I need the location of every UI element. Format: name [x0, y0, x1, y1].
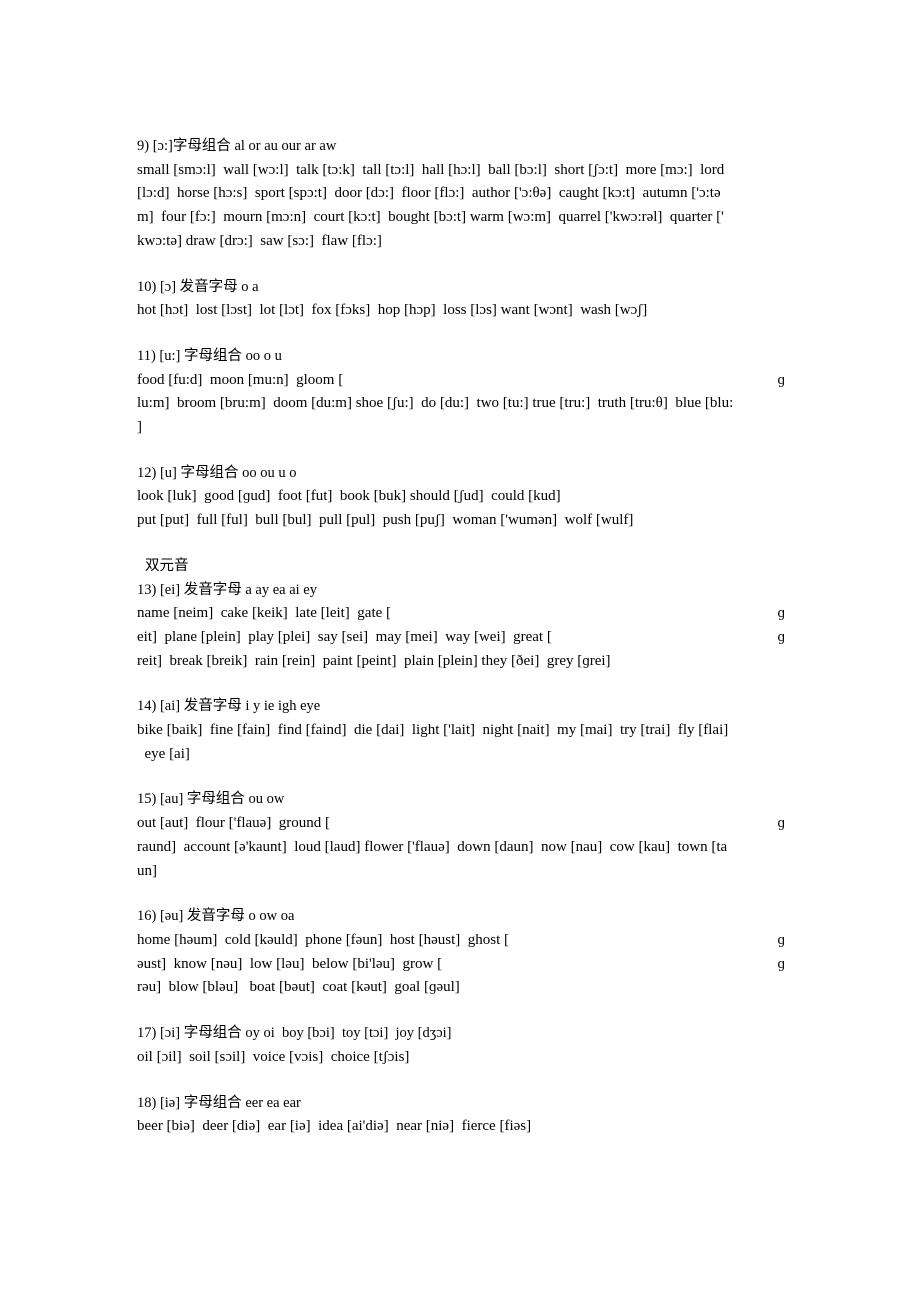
word-line-text: rəu] blow [bləu] boat [bəut] coat [kəut]…	[137, 979, 460, 996]
word-line-text: food [fu:d] moon [mu:n] gloom [	[137, 371, 344, 388]
word-line: m] four [fɔ:] mourn [mɔ:n] court [kɔ:t] …	[137, 206, 785, 230]
word-line-text: reit] break [breik] rain [rein] paint [p…	[137, 652, 611, 669]
word-line: oil [ɔil] soil [sɔil] voice [vɔis] choic…	[137, 1046, 785, 1070]
word-line-text: əust] know [nəu] low [ləu] below [bi'ləu…	[137, 955, 443, 972]
word-line: reit] break [breik] rain [rein] paint [p…	[137, 650, 785, 674]
word-line-text: look [luk] good [ɡud] foot [fut] book [b…	[137, 488, 561, 505]
word-line: kwɔ:tə] draw [drɔ:] saw [sɔ:] flaw [flɔ:…	[137, 230, 785, 254]
word-line: put [put] full [ful] bull [bul] pull [pu…	[137, 509, 785, 533]
section-heading: 13) [ei] 发音字母 a ay ea ai ey	[137, 581, 317, 598]
section-heading: 9) [ɔ:]字母组合 al or au our ar aw	[137, 138, 337, 154]
word-line: raund] account [ə'kaunt] loud [laud] flo…	[137, 836, 785, 860]
word-line: name [neim] cake [keik] late [leit] gate…	[137, 602, 785, 626]
document-body: 9) [ɔ:]字母组合 al or au our ar aw small [smɔ…	[137, 135, 785, 1139]
trailing-ipa-glyph: ɡ	[777, 371, 786, 388]
group-label-diphthongs: 双元音	[145, 557, 189, 574]
word-line-text: un]	[137, 862, 157, 879]
phonetic-section: 17) [ɔi] 字母组合 oy oi boy [bɔi] toy [tɔi] …	[137, 1022, 785, 1069]
phonetic-section: 16) [əu] 发音字母 o ow oa home [həum] cold [k…	[137, 905, 785, 1000]
phonetic-section: 10) [ɔ] 发音字母 o a hot [hɔt] lost [lɔst] lo…	[137, 276, 785, 323]
word-line: [lɔ:d] horse [hɔ:s] sport [spɔ:t] door […	[137, 182, 785, 206]
word-line-text: out [aut] flour ['flauə] ground [	[137, 815, 331, 832]
word-line-text: hot [hɔt] lost [lɔst] lot [lɔt] fox [fɔk…	[137, 302, 648, 319]
section-heading: 12) [u] 字母组合 oo ou u o	[137, 464, 297, 481]
section-heading: 17) [ɔi] 字母组合 oy oi boy [bɔi] toy [tɔi] …	[137, 1025, 452, 1042]
phonetic-section: 14) [ai] 发音字母 i y ie igh eye bike [baik] …	[137, 695, 785, 766]
phonetic-section: 13) [ei] 发音字母 a ay ea ai ey name [neim] c…	[137, 579, 785, 674]
word-line: rəu] blow [bləu] boat [bəut] coat [kəut]…	[137, 976, 785, 1000]
word-line: lu:m] broom [bru:m] doom [du:m] shoe [ʃu…	[137, 392, 785, 416]
word-line: hot [hɔt] lost [lɔst] lot [lɔt] fox [fɔk…	[137, 299, 785, 323]
trailing-ipa-glyph: ɡ	[777, 931, 786, 948]
trailing-ipa-glyph: ɡ	[777, 628, 786, 645]
section-heading: 10) [ɔ] 发音字母 o a	[137, 278, 259, 295]
section-heading: 16) [əu] 发音字母 o ow oa	[137, 908, 295, 925]
word-line-text: put [put] full [ful] bull [bul] pull [pu…	[137, 512, 634, 529]
word-line: beer [biə] deer [diə] ear [iə] idea [ai'…	[137, 1115, 785, 1139]
word-line-text: [lɔ:d] horse [hɔ:s] sport [spɔ:t] door […	[137, 185, 721, 202]
word-line: bike [baik] fine [fain] find [faind] die…	[137, 719, 785, 743]
phonetic-section: 9) [ɔ:]字母组合 al or au our ar aw small [smɔ…	[137, 135, 785, 254]
word-line: home [həum] cold [kəuld] phone [fəun] ho…	[137, 929, 785, 953]
word-line: əust] know [nəu] low [ləu] below [bi'ləu…	[137, 953, 785, 977]
word-line-text: kwɔ:tə] draw [drɔ:] saw [sɔ:] flaw [flɔ:…	[137, 232, 382, 249]
word-line: small [smɔ:l] wall [wɔ:l] talk [tɔ:k] ta…	[137, 159, 785, 183]
phonetic-section: 18) [iə] 字母组合 eer ea ear beer [biə] deer …	[137, 1092, 785, 1139]
word-line-text: lu:m] broom [bru:m] doom [du:m] shoe [ʃu…	[137, 395, 734, 412]
section-heading: 18) [iə] 字母组合 eer ea ear	[137, 1094, 301, 1111]
word-line: ]	[137, 416, 785, 440]
phonetic-section: 15) [au] 字母组合 ou ow out [aut] flour ['fla…	[137, 788, 785, 883]
word-line-text: bike [baik] fine [fain] find [faind] die…	[137, 722, 729, 739]
trailing-ipa-glyph: ɡ	[777, 605, 786, 622]
word-line: eit] plane [plein] play [plei] say [sei]…	[137, 626, 785, 650]
word-line-text: home [həum] cold [kəuld] phone [fəun] ho…	[137, 931, 509, 948]
word-line: look [luk] good [ɡud] foot [fut] book [b…	[137, 485, 785, 509]
trailing-ipa-glyph: ɡ	[777, 955, 786, 972]
word-line-text: eye [ai]	[137, 745, 190, 762]
word-line-text: raund] account [ə'kaunt] loud [laud] flo…	[137, 838, 728, 855]
word-line: eye [ai]	[137, 743, 785, 767]
word-line-text: beer [biə] deer [diə] ear [iə] idea [ai'…	[137, 1118, 532, 1135]
section-heading: 15) [au] 字母组合 ou ow	[137, 791, 285, 808]
word-line: un]	[137, 860, 785, 884]
word-line-text: small [smɔ:l] wall [wɔ:l] talk [tɔ:k] ta…	[137, 161, 725, 178]
phonetic-section: 11) [u:] 字母组合 oo o u food [fu:d] moon [mu…	[137, 345, 785, 440]
word-line: out [aut] flour ['flauə] ground [ ɡ	[137, 812, 785, 836]
word-line-text: oil [ɔil] soil [sɔil] voice [vɔis] choic…	[137, 1048, 410, 1065]
section-heading: 14) [ai] 发音字母 i y ie igh eye	[137, 698, 321, 715]
section-heading: 11) [u:] 字母组合 oo o u	[137, 347, 282, 364]
trailing-ipa-glyph: ɡ	[777, 815, 786, 832]
word-line-text: ]	[137, 419, 142, 436]
word-line-text: eit] plane [plein] play [plei] say [sei]…	[137, 628, 552, 645]
phonetic-section: 12) [u] 字母组合 oo ou u o look [luk] good [ɡ…	[137, 462, 785, 533]
word-line-text: m] four [fɔ:] mourn [mɔ:n] court [kɔ:t] …	[137, 209, 724, 226]
word-line-text: name [neim] cake [keik] late [leit] gate…	[137, 605, 392, 622]
word-line: food [fu:d] moon [mu:n] gloom [ ɡ	[137, 369, 785, 393]
